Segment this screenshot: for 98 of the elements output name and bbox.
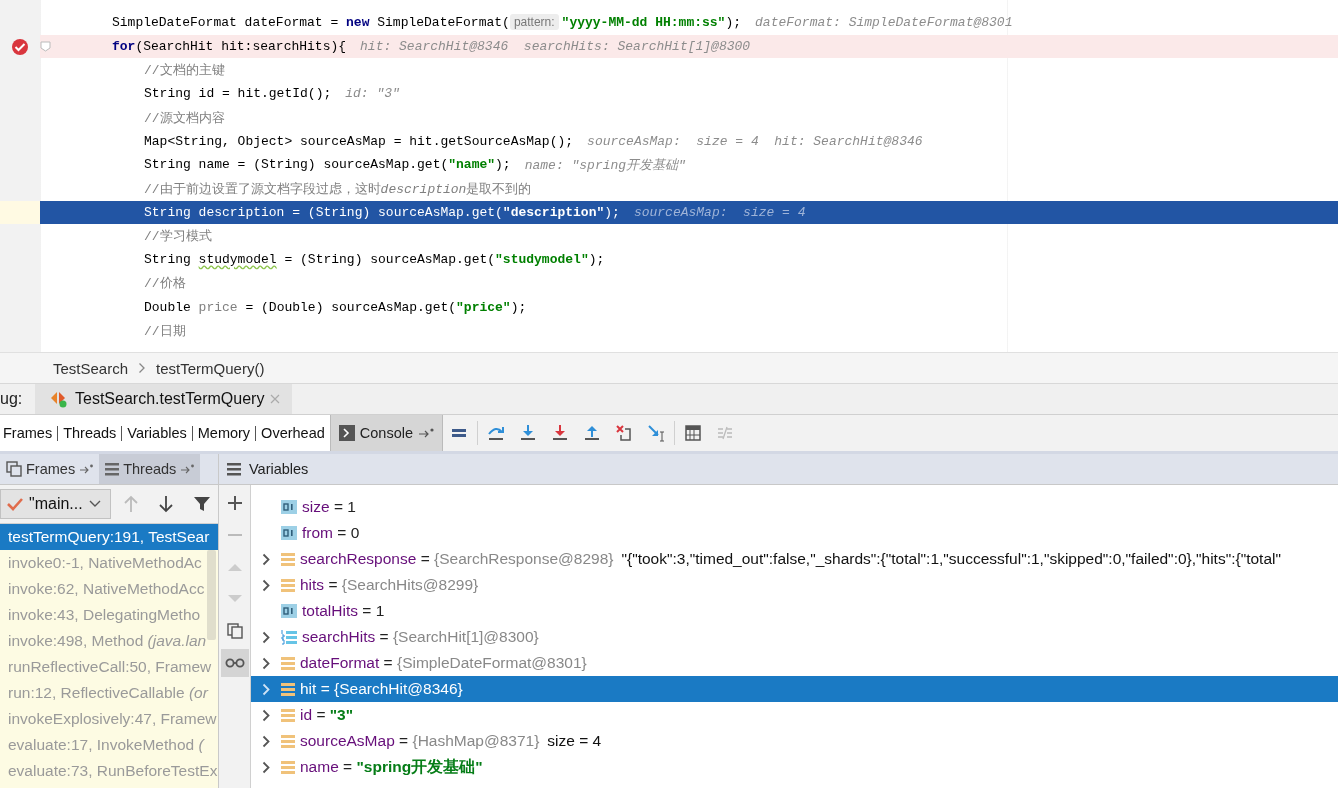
panel-tab[interactable]: Threads xyxy=(99,454,201,484)
primitive-value-icon xyxy=(281,604,297,618)
object-field-icon xyxy=(281,578,295,592)
view-tab[interactable]: Overhead xyxy=(255,425,330,441)
inline-value-hint: name: "spring开发基础" xyxy=(524,156,686,174)
pin-icon[interactable] xyxy=(79,464,94,474)
variable-entry: totalHits = 1 xyxy=(302,602,385,620)
copy-icon xyxy=(226,623,243,639)
object-field-icon xyxy=(281,682,295,696)
code-text: //价格 xyxy=(144,275,186,293)
view-tab[interactable]: Frames xyxy=(3,425,58,441)
panel-title: Variables xyxy=(249,461,309,477)
code-text: //学习模式 xyxy=(144,228,212,246)
triangle-up-icon xyxy=(227,562,242,572)
debug-run-icon xyxy=(49,389,69,409)
variable-row[interactable]: from = 0 xyxy=(251,520,1338,546)
primitive-value-icon xyxy=(281,526,297,540)
down-arrow-icon xyxy=(159,495,174,513)
object-field-icon xyxy=(281,552,295,566)
variable-entry: dateFormat = {SimpleDateFormat@8301} xyxy=(300,654,587,672)
check-icon xyxy=(7,497,23,511)
inline-value-hint: id: "3" xyxy=(345,86,400,102)
variable-row[interactable]: totalHits = 1 xyxy=(251,598,1338,624)
variable-row[interactable]: hits = {SearchHits@8299} xyxy=(251,572,1338,598)
debug-session-tab[interactable]: TestSearch.testTermQuery xyxy=(35,384,293,414)
triangle-down-icon xyxy=(227,594,242,604)
calculator-icon[interactable] xyxy=(684,424,702,442)
variable-entry: hits = {SearchHits@8299} xyxy=(300,576,479,594)
plus-icon xyxy=(227,496,242,510)
code-text: String description = (String) sourceAsMap.get("description"); xyxy=(144,204,620,220)
pin-icon[interactable] xyxy=(180,464,195,474)
variable-entry: from = 0 xyxy=(302,524,360,542)
code-text: String name = (String) sourceAsMap.get("name"); xyxy=(144,157,511,173)
view-tab[interactable]: Threads xyxy=(57,425,122,441)
terminal-icon xyxy=(338,425,355,441)
code-text: SimpleDateFormat dateFormat = new SimpleDateFormat( pattern: "yyyy-MM-dd HH:mm:ss"); xyxy=(112,15,742,31)
array-field-icon xyxy=(281,629,297,645)
code-text: for(SearchHit hit:searchHits){ xyxy=(112,39,347,55)
code-text: Double price = (Double) sourceAsMap.get("price"); xyxy=(144,299,527,315)
up-arrow-icon xyxy=(123,495,138,513)
variable-row[interactable]: searchHits = {SearchHit[1]@8300} xyxy=(251,624,1338,650)
inline-value-hint: sourceAsMap: size = 4 hit: SearchHit@8346 xyxy=(587,133,923,149)
threads-icon xyxy=(105,462,120,476)
code-text: //源文档内容 xyxy=(144,109,225,127)
caret-icon xyxy=(88,500,101,508)
frames-icon xyxy=(6,461,22,477)
view-tab[interactable]: Variables xyxy=(121,425,192,441)
code-text: Map<String, Object> sourceAsMap = hit.getSourceAsMap(); xyxy=(144,133,574,149)
variable-entry: name = "spring开发基础" xyxy=(300,756,483,777)
inline-value-hint: dateFormat: SimpleDateFormat@8301 xyxy=(755,15,1013,31)
thread-dropdown[interactable]: "main... xyxy=(0,489,111,519)
variable-row[interactable]: sourceAsMap = {HashMap@8371} size = 4 xyxy=(251,728,1338,754)
object-field-icon xyxy=(281,656,295,670)
object-field-icon xyxy=(281,708,295,722)
variable-entry: id = "3" xyxy=(300,706,354,724)
variable-row[interactable]: searchResponse = {SearchResponse@8298} "{"took":3,"timed_out":false,"_shards":{"total":1,"successful":1,"skipped":0,"failed":0},"hits":{"total" xyxy=(251,546,1338,572)
force-step-into-icon[interactable] xyxy=(551,424,569,442)
inline-value-hint: sourceAsMap: size = 4 xyxy=(633,204,806,220)
view-tab[interactable]: Memory xyxy=(191,425,256,441)
panel-tab[interactable]: Frames xyxy=(0,454,100,484)
run-to-cursor-icon[interactable] xyxy=(647,424,665,442)
variable-entry: searchHits = {SearchHit[1]@8300} xyxy=(302,628,539,646)
glasses-icon xyxy=(224,658,245,668)
console-tab[interactable]: Console xyxy=(329,415,443,451)
variable-row[interactable]: id = "3" xyxy=(251,702,1338,728)
breakpoint-icon[interactable] xyxy=(11,37,29,56)
variables-icon xyxy=(227,462,241,476)
debug-label: ug: xyxy=(0,390,24,408)
breadcrumb-item[interactable]: testTermQuery() xyxy=(156,359,265,377)
object-field-icon xyxy=(281,734,295,748)
code-text: //文档的主键 xyxy=(144,62,225,80)
inline-value-hint: hit: SearchHit@8346 searchHits: SearchHit[1]@8300 xyxy=(360,39,751,55)
scrollbar-thumb[interactable] xyxy=(207,550,216,640)
fold-marker-icon[interactable] xyxy=(40,41,51,53)
pin-icon[interactable] xyxy=(418,427,434,439)
object-field-icon xyxy=(281,760,295,774)
code-text: //日期 xyxy=(144,322,186,340)
step-out-icon[interactable] xyxy=(583,424,601,442)
variable-row[interactable]: name = "spring开发基础" xyxy=(251,754,1338,780)
variable-entry: hit = {SearchHit@8346} xyxy=(300,680,463,698)
variable-row[interactable]: size = 1 xyxy=(251,494,1338,520)
code-text: String studymodel = (String) sourceAsMap.get("studymodel"); xyxy=(144,252,605,268)
filter-icon xyxy=(194,496,211,512)
primitive-value-icon xyxy=(281,500,297,514)
step-into-icon[interactable] xyxy=(519,424,537,442)
watches-toggle-button[interactable] xyxy=(220,649,249,677)
step-over-icon[interactable] xyxy=(487,424,505,442)
chevron-right-icon xyxy=(138,362,147,374)
code-text: //由于前边设置了源文档字段过虑，这时description是取不到的 xyxy=(144,180,532,198)
variable-row[interactable]: dateFormat = {SimpleDateFormat@8301} xyxy=(251,650,1338,676)
drop-frame-icon[interactable] xyxy=(615,424,633,442)
variable-entry: searchResponse = {SearchResponse@8298} "{"took":3,"timed_out":false,"_shards":{"total":1,"successful":1,"skipped":0,"failed":0},"hits":{"total" xyxy=(300,550,1281,568)
variable-entry: sourceAsMap = {HashMap@8371} size = 4 xyxy=(300,732,602,750)
breadcrumb-item[interactable]: TestSearch xyxy=(53,359,129,377)
stack-frame-item[interactable]: testTermQuery:191, TestSear xyxy=(0,524,218,550)
selected-variable-row[interactable]: hit = {SearchHit@8346} xyxy=(251,676,1338,702)
code-text: String id = hit.getId(); xyxy=(144,86,332,102)
variable-entry: size = 1 xyxy=(302,498,356,516)
